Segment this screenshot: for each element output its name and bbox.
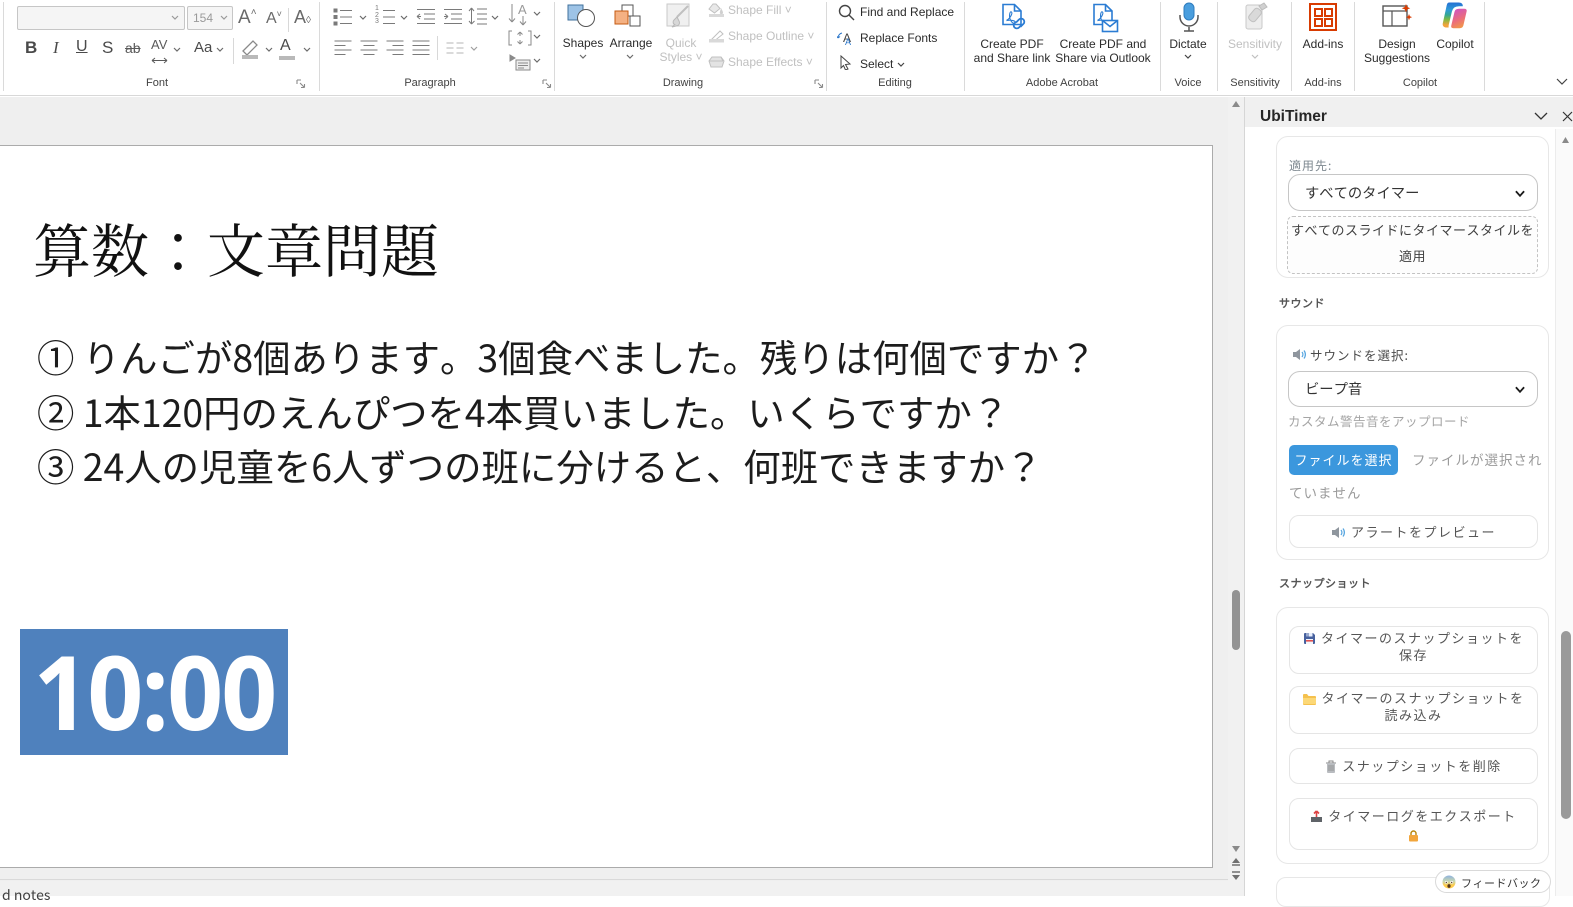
svg-text:A: A: [845, 37, 851, 46]
svg-text:A: A: [518, 3, 527, 17]
